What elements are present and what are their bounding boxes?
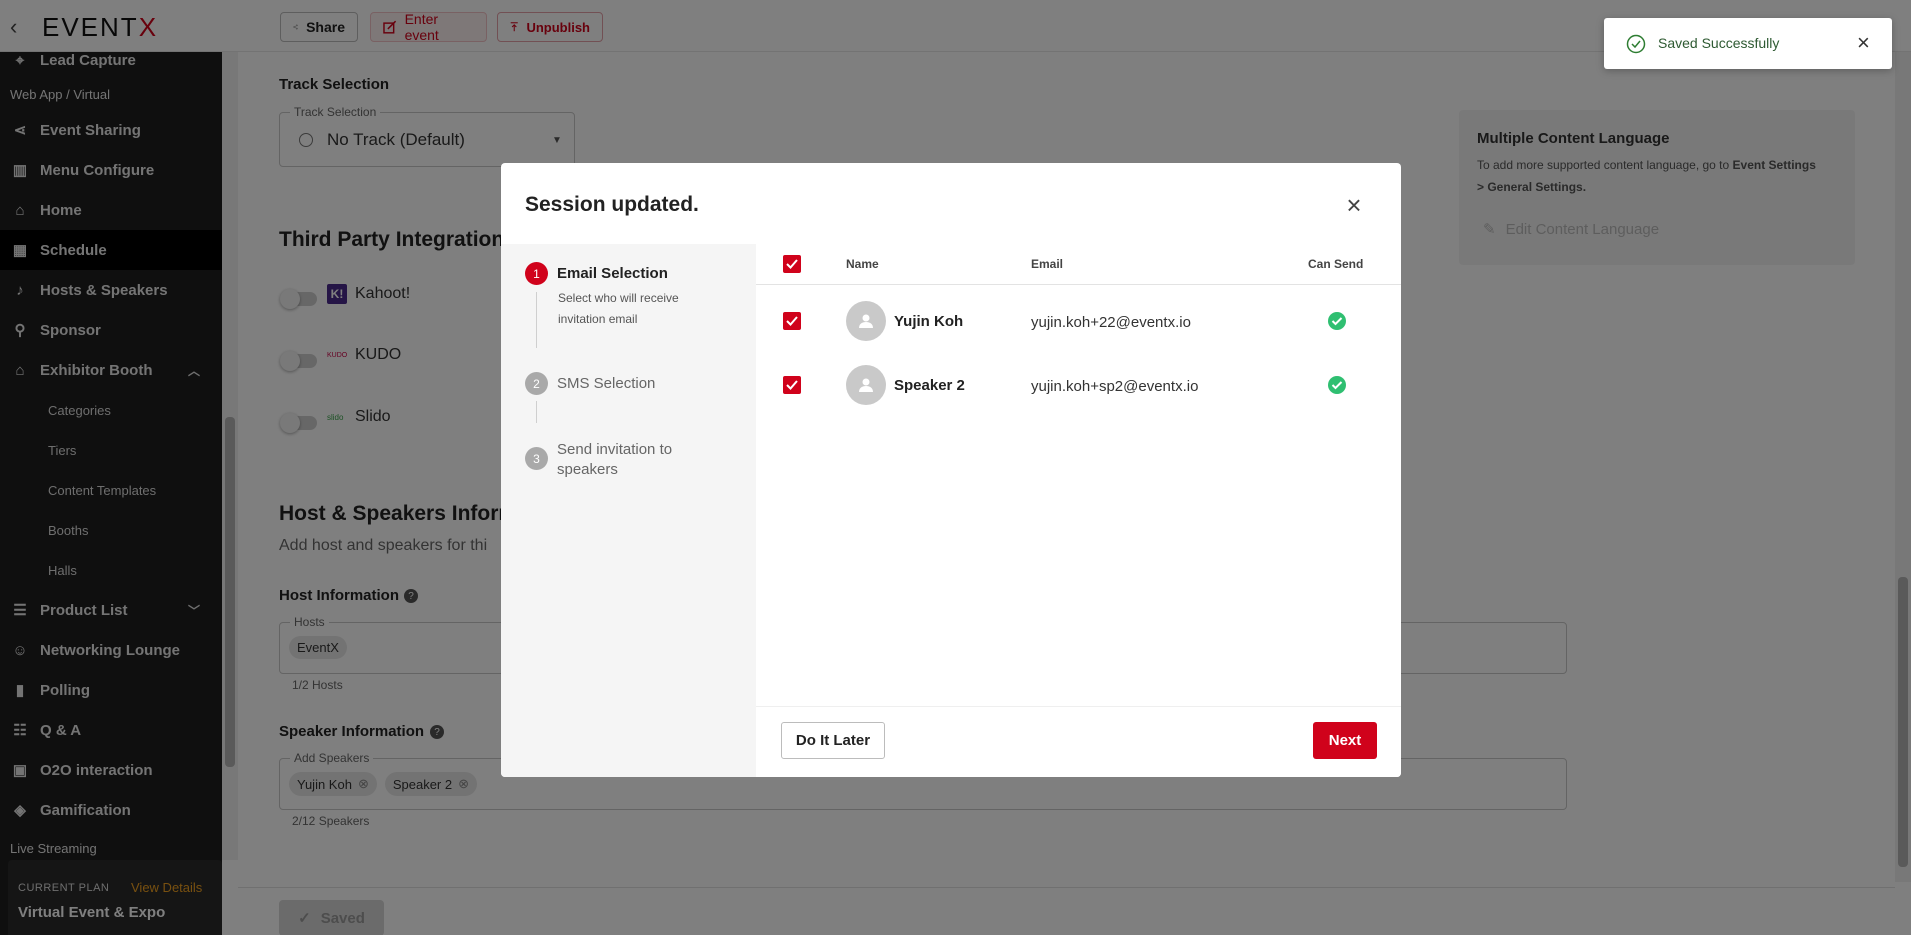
speaker-table: Name Email Can Send Yujin Koh yujin.koh+… (756, 244, 1401, 706)
step-sms-selection: SMS Selection (557, 375, 656, 392)
step-email-selection: Email Selection (557, 265, 668, 282)
dialog-title: Session updated. (525, 193, 699, 216)
step-email-description: Select who will receive invitation email (558, 291, 679, 326)
row-checkbox[interactable] (783, 312, 801, 330)
column-header-name: Name (846, 257, 879, 271)
column-header-can-send: Can Send (1308, 257, 1364, 271)
avatar (846, 365, 886, 405)
speaker-name: Yujin Koh (894, 313, 964, 330)
dialog-footer: Do It Later Next (756, 706, 1401, 777)
can-send-check-icon (1328, 312, 1346, 330)
can-send-check-icon (1328, 376, 1346, 394)
avatar (846, 301, 886, 341)
checkmark-icon (786, 380, 798, 390)
step-number: 3 (525, 447, 548, 470)
step-send-invitation: Send invitation to speakers (557, 441, 673, 478)
step-connector (536, 401, 537, 423)
success-toast: Saved Successfully × (1604, 18, 1892, 69)
row-checkbox[interactable] (783, 376, 801, 394)
toast-message: Saved Successfully (1658, 35, 1780, 51)
speaker-email: yujin.koh+22@eventx.io (1031, 314, 1191, 331)
user-icon (859, 378, 873, 392)
close-icon[interactable]: × (1857, 30, 1870, 56)
do-it-later-button[interactable]: Do It Later (781, 722, 885, 759)
step-number: 2 (525, 372, 548, 395)
step-number: 1 (525, 262, 548, 285)
speaker-email: yujin.koh+sp2@eventx.io (1031, 378, 1199, 395)
stepper: 1 Email Selection Select who will receiv… (501, 244, 756, 777)
checkmark-icon (786, 316, 798, 326)
step-connector (536, 292, 537, 348)
speaker-name: Speaker 2 (894, 377, 965, 394)
user-icon (859, 314, 873, 328)
table-divider (756, 284, 1401, 285)
checkmark-icon (786, 259, 798, 269)
select-all-checkbox[interactable] (783, 255, 801, 273)
next-button[interactable]: Next (1313, 722, 1377, 759)
column-header-email: Email (1031, 257, 1064, 271)
session-updated-dialog: Session updated. × 1 Email Selection Sel… (501, 163, 1401, 777)
success-check-icon (1626, 34, 1646, 54)
close-icon[interactable]: × (1339, 190, 1369, 220)
